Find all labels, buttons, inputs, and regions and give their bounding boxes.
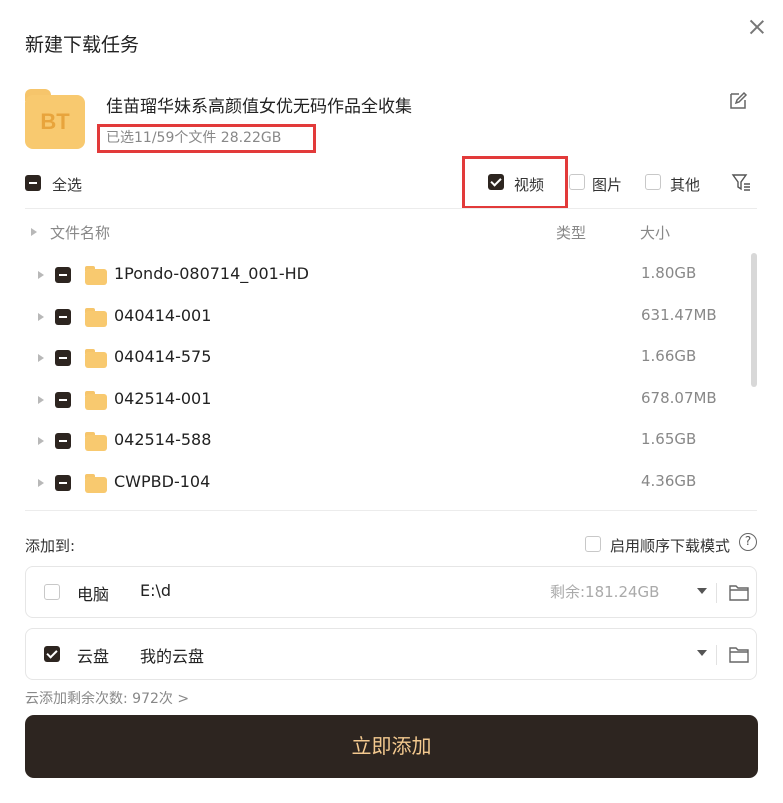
cloud-remaining-link[interactable]: 云添加剩余次数: 972次 >	[25, 688, 189, 708]
row-checkbox[interactable]	[55, 392, 71, 408]
folder-icon	[85, 474, 107, 493]
chevron-down-icon[interactable]	[697, 650, 707, 656]
select-all-checkbox[interactable]	[25, 175, 41, 191]
filter-settings-icon[interactable]	[731, 172, 751, 192]
image-filter-checkbox[interactable]	[569, 174, 585, 190]
table-row[interactable]: 040414-001 631.47MB	[0, 304, 740, 334]
cloud-label: 云盘	[77, 647, 110, 666]
file-size: 631.47MB	[641, 306, 717, 324]
task-name: 佳苗瑠华妹系高颜值女优无码作品全收集	[106, 97, 412, 117]
help-icon[interactable]: ?	[739, 533, 757, 551]
pc-free-space: 剩余:181.24GB	[550, 583, 660, 601]
add-to-label: 添加到:	[25, 537, 76, 555]
folder-icon	[85, 391, 107, 410]
expand-arrow[interactable]	[38, 479, 44, 487]
edit-icon[interactable]	[728, 91, 748, 111]
cloud-destination[interactable]: 云盘 我的云盘	[25, 628, 757, 680]
file-size: 1.80GB	[641, 264, 697, 282]
cloud-checkbox[interactable]	[44, 646, 60, 662]
pc-destination[interactable]: 电脑 E:\d 剩余:181.24GB	[25, 566, 757, 618]
file-size: 678.07MB	[641, 389, 717, 407]
bt-icon-label: BT	[40, 109, 70, 134]
table-row[interactable]: 042514-588 1.65GB	[0, 428, 740, 458]
other-filter-checkbox[interactable]	[645, 174, 661, 190]
bt-file-icon: BT	[25, 89, 85, 149]
col-header-name[interactable]: 文件名称	[50, 222, 110, 243]
file-name: CWPBD-104	[114, 472, 211, 491]
row-checkbox[interactable]	[55, 309, 71, 325]
close-icon[interactable]	[746, 16, 768, 38]
table-row[interactable]: 1Pondo-080714_001-HD 1.80GB	[0, 262, 740, 292]
vsep	[716, 645, 717, 665]
expand-arrow[interactable]	[38, 437, 44, 445]
table-row[interactable]: 040414-575 1.66GB	[0, 345, 740, 375]
file-name: 040414-001	[114, 306, 212, 325]
expand-arrow[interactable]	[38, 396, 44, 404]
row-checkbox[interactable]	[55, 475, 71, 491]
file-name: 042514-001	[114, 389, 212, 408]
row-checkbox[interactable]	[55, 267, 71, 283]
file-name: 1Pondo-080714_001-HD	[114, 264, 309, 283]
expand-arrow[interactable]	[38, 313, 44, 321]
folder-browse-icon[interactable]	[729, 583, 749, 601]
folder-browse-icon[interactable]	[729, 645, 749, 663]
expand-all-arrow[interactable]	[31, 228, 37, 236]
sequential-mode-checkbox[interactable]	[585, 536, 601, 552]
file-size: 1.65GB	[641, 430, 697, 448]
folder-icon	[85, 308, 107, 327]
table-row[interactable]: 042514-001 678.07MB	[0, 387, 740, 417]
sequential-mode-label[interactable]: 启用顺序下载模式	[610, 535, 730, 556]
image-filter-label[interactable]: 图片	[592, 174, 622, 195]
file-list-scrollbar[interactable]	[751, 253, 757, 387]
pc-checkbox[interactable]	[44, 584, 60, 600]
vsep	[716, 583, 717, 603]
other-filter-label[interactable]: 其他	[670, 174, 700, 195]
row-checkbox[interactable]	[55, 350, 71, 366]
video-filter-checkbox[interactable]	[488, 174, 504, 190]
add-now-button[interactable]: 立即添加	[25, 715, 758, 778]
expand-arrow[interactable]	[38, 271, 44, 279]
divider	[25, 510, 757, 511]
select-all-label[interactable]: 全选	[52, 174, 82, 195]
dialog-title: 新建下载任务	[25, 34, 140, 56]
folder-icon	[85, 432, 107, 451]
row-checkbox[interactable]	[55, 433, 71, 449]
divider	[25, 208, 757, 209]
cloud-path[interactable]: 我的云盘	[140, 643, 204, 667]
pc-path[interactable]: E:\d	[140, 581, 171, 600]
table-row[interactable]: CWPBD-104 4.36GB	[0, 470, 740, 500]
col-header-type[interactable]: 类型	[556, 222, 586, 243]
file-size: 1.66GB	[641, 347, 697, 365]
col-header-size[interactable]: 大小	[640, 222, 670, 243]
chevron-down-icon[interactable]	[697, 588, 707, 594]
folder-icon	[85, 266, 107, 285]
file-name: 042514-588	[114, 430, 212, 449]
folder-icon	[85, 349, 107, 368]
video-filter-label[interactable]: 视频	[514, 174, 544, 195]
file-name: 040414-575	[114, 347, 212, 366]
file-size: 4.36GB	[641, 472, 697, 490]
selected-info: 已选11/59个文件 28.22GB	[97, 124, 316, 153]
expand-arrow[interactable]	[38, 354, 44, 362]
pc-label: 电脑	[77, 585, 110, 604]
